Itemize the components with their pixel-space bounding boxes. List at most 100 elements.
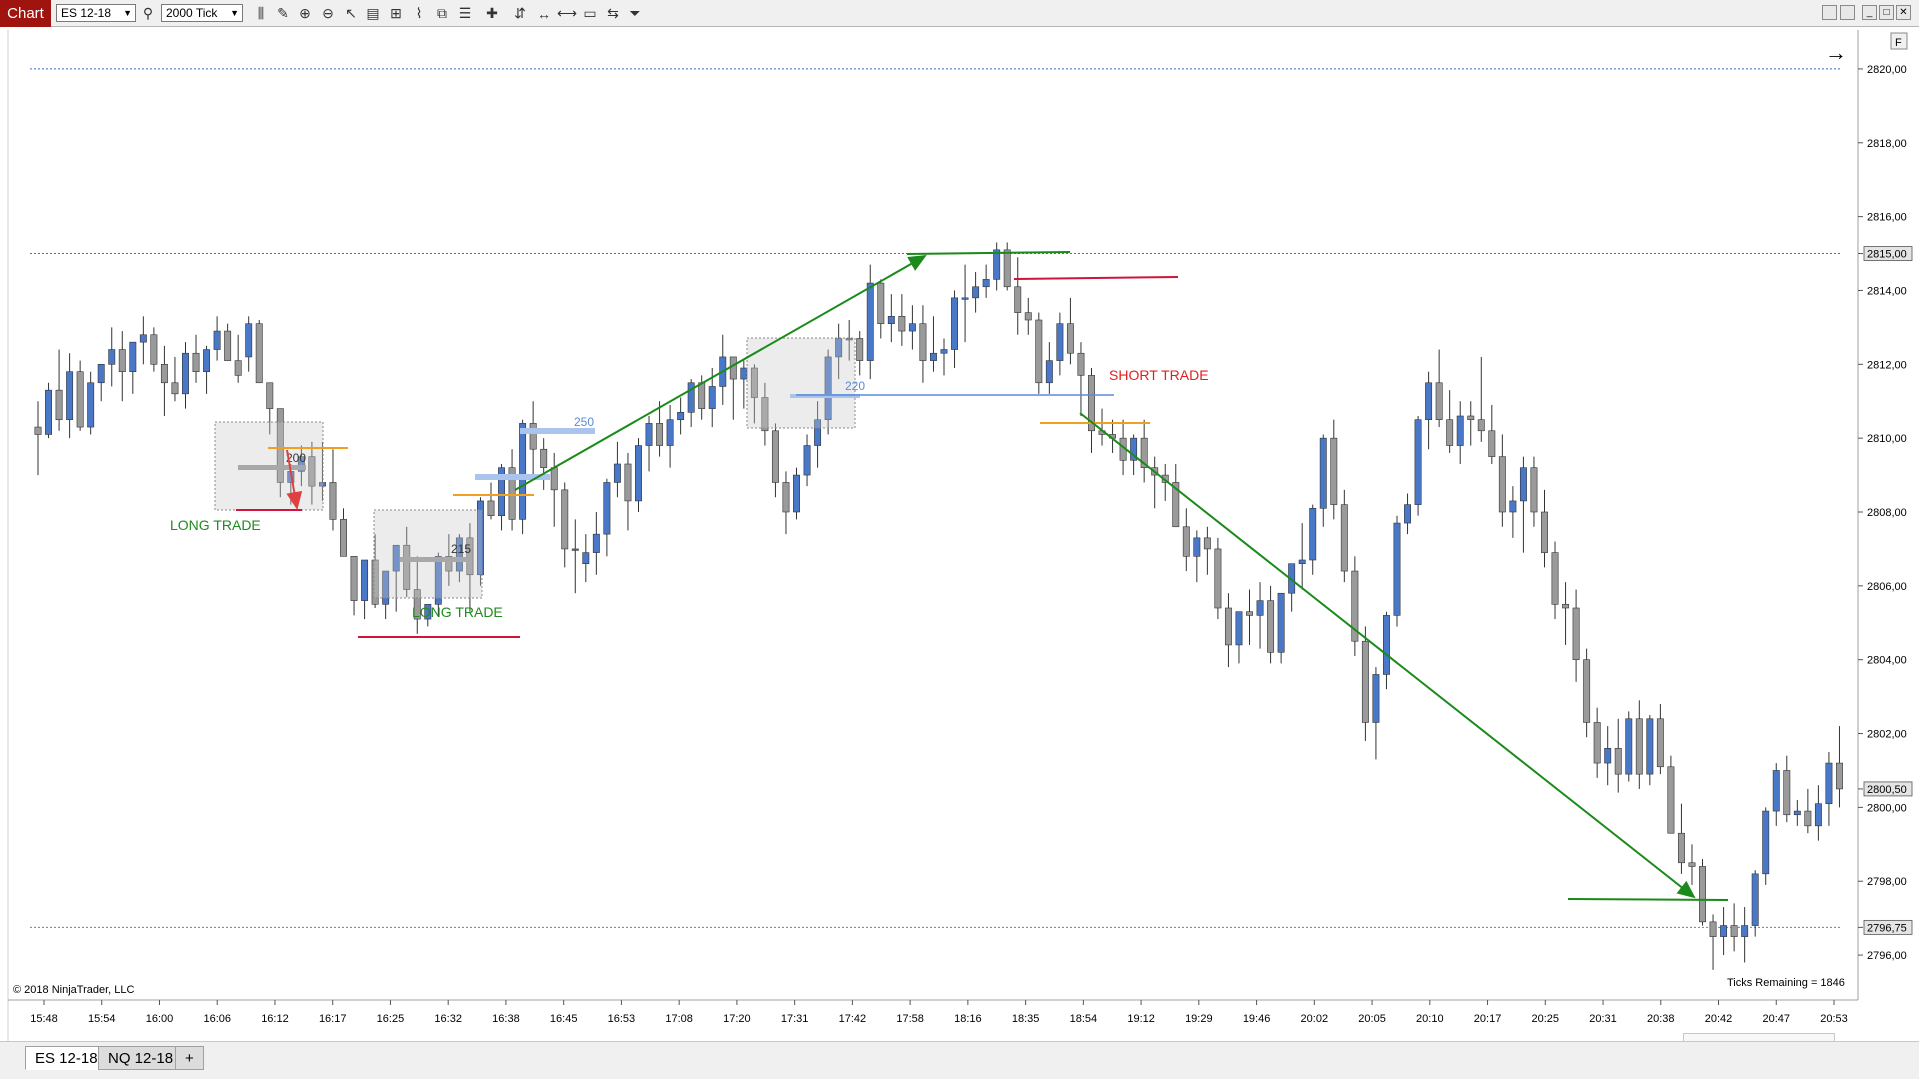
time-label: 17:58 <box>896 1013 924 1025</box>
candle-down <box>234 360 242 376</box>
price-label: 2812,00 <box>1867 359 1907 371</box>
candle-down <box>487 500 495 516</box>
candle-up <box>1604 748 1612 764</box>
candle-down <box>1003 249 1011 288</box>
green-level-line <box>1567 898 1729 901</box>
candle-down <box>624 463 632 502</box>
candle-up <box>1519 467 1527 502</box>
navigate-right-icon: → <box>1825 40 1847 65</box>
time-label: 20:38 <box>1647 1013 1675 1025</box>
price-label: 2806,00 <box>1867 581 1907 593</box>
candle-down <box>856 338 864 361</box>
candle-up <box>1414 419 1422 505</box>
profile-bar <box>238 465 306 470</box>
candle-down <box>1583 659 1591 723</box>
candle-up <box>930 352 937 361</box>
price-label: 2808,00 <box>1867 507 1907 519</box>
candle-down <box>1330 437 1338 505</box>
long-trade-label: LONG TRADE <box>170 517 261 533</box>
candle-down <box>1077 352 1085 376</box>
candle-down <box>1656 718 1664 768</box>
candle-up <box>793 474 800 513</box>
price-chart[interactable]: 2820,00 2818,00 2816,00 2815,00 2814,00 2812,… <box>0 0 1919 1041</box>
candle-down <box>561 489 569 550</box>
time-label: 16:06 <box>203 1013 231 1025</box>
candle-up <box>613 463 621 483</box>
candle-down <box>1066 323 1074 354</box>
short-trade-label: SHORT TRADE <box>1109 367 1209 383</box>
price-label: 2796,00 <box>1867 950 1907 962</box>
candle-up <box>97 364 105 384</box>
time-label: 20:10 <box>1416 1013 1444 1025</box>
candle-down <box>529 423 537 450</box>
candle-down <box>898 316 906 332</box>
time-label: 19:29 <box>1185 1013 1213 1025</box>
candle-up <box>1625 718 1633 775</box>
candle-down <box>1804 810 1812 827</box>
add-tab-button[interactable]: + <box>175 1046 204 1070</box>
long-trade-label: LONG TRADE <box>412 604 503 620</box>
candle-down <box>877 282 885 324</box>
price-label: 2800,50 <box>1867 784 1907 796</box>
candle-up <box>803 445 811 476</box>
candle-down <box>1635 718 1643 775</box>
candle-up <box>1425 382 1433 420</box>
candle-down <box>698 382 706 409</box>
candle-down <box>1688 862 1696 867</box>
candle-down <box>192 352 200 372</box>
candle-up <box>603 482 611 535</box>
tab-nq-12-18[interactable]: NQ 12-18 <box>98 1046 184 1070</box>
candle-up <box>1751 873 1759 926</box>
price-label: 2820,00 <box>1867 64 1907 76</box>
candle-up <box>1235 611 1243 646</box>
tab-es-12-18[interactable]: ES 12-18 <box>25 1046 108 1070</box>
time-label: 16:32 <box>434 1013 462 1025</box>
candle-down <box>340 519 347 557</box>
candle-up <box>1193 537 1201 557</box>
candle-up <box>1762 810 1770 875</box>
candle-down <box>1783 770 1791 816</box>
price-label: 2818,00 <box>1867 138 1907 150</box>
candle-down <box>34 426 42 435</box>
time-label: 20:05 <box>1358 1013 1386 1025</box>
time-label: 16:45 <box>550 1013 578 1025</box>
candle-up <box>1319 437 1327 509</box>
time-label: 15:48 <box>30 1013 58 1025</box>
price-label: 2804,00 <box>1867 655 1907 667</box>
candle-up <box>1256 600 1264 616</box>
candle-up <box>1825 762 1833 804</box>
time-label: 17:08 <box>665 1013 693 1025</box>
candle-down <box>1340 504 1348 572</box>
candle-down <box>1551 552 1559 605</box>
time-label: 20:31 <box>1589 1013 1617 1025</box>
candle-down <box>1467 415 1475 420</box>
candle-down <box>771 430 779 483</box>
candle-up <box>66 371 74 420</box>
candle-up <box>1814 803 1822 827</box>
candle-down <box>1477 419 1485 432</box>
candle-up <box>645 423 653 446</box>
time-label: 20:02 <box>1301 1013 1329 1025</box>
time-label: 20:17 <box>1474 1013 1502 1025</box>
candle-up <box>1393 522 1401 616</box>
time-label: 16:25 <box>377 1013 405 1025</box>
candle-up <box>866 282 874 361</box>
candle-up <box>245 323 253 358</box>
candle-up <box>740 367 748 380</box>
candle-up <box>1646 718 1654 775</box>
price-label: 2815,00 <box>1867 249 1907 261</box>
candle-down <box>1224 607 1232 646</box>
candle-up <box>1383 615 1390 675</box>
candle-down <box>1614 748 1622 775</box>
candle-down <box>1541 511 1548 553</box>
candle-down <box>1446 419 1454 446</box>
price-label: 2800,00 <box>1867 802 1907 814</box>
candle-down <box>55 389 63 420</box>
time-label: 17:20 <box>723 1013 751 1025</box>
candle-up <box>982 279 990 288</box>
candle-down <box>1699 866 1706 923</box>
candle-down <box>729 356 737 380</box>
green-level-line <box>906 251 1071 255</box>
candle-up <box>1045 360 1053 384</box>
copyright-text: © 2018 NinjaTrader, LLC <box>13 984 134 996</box>
